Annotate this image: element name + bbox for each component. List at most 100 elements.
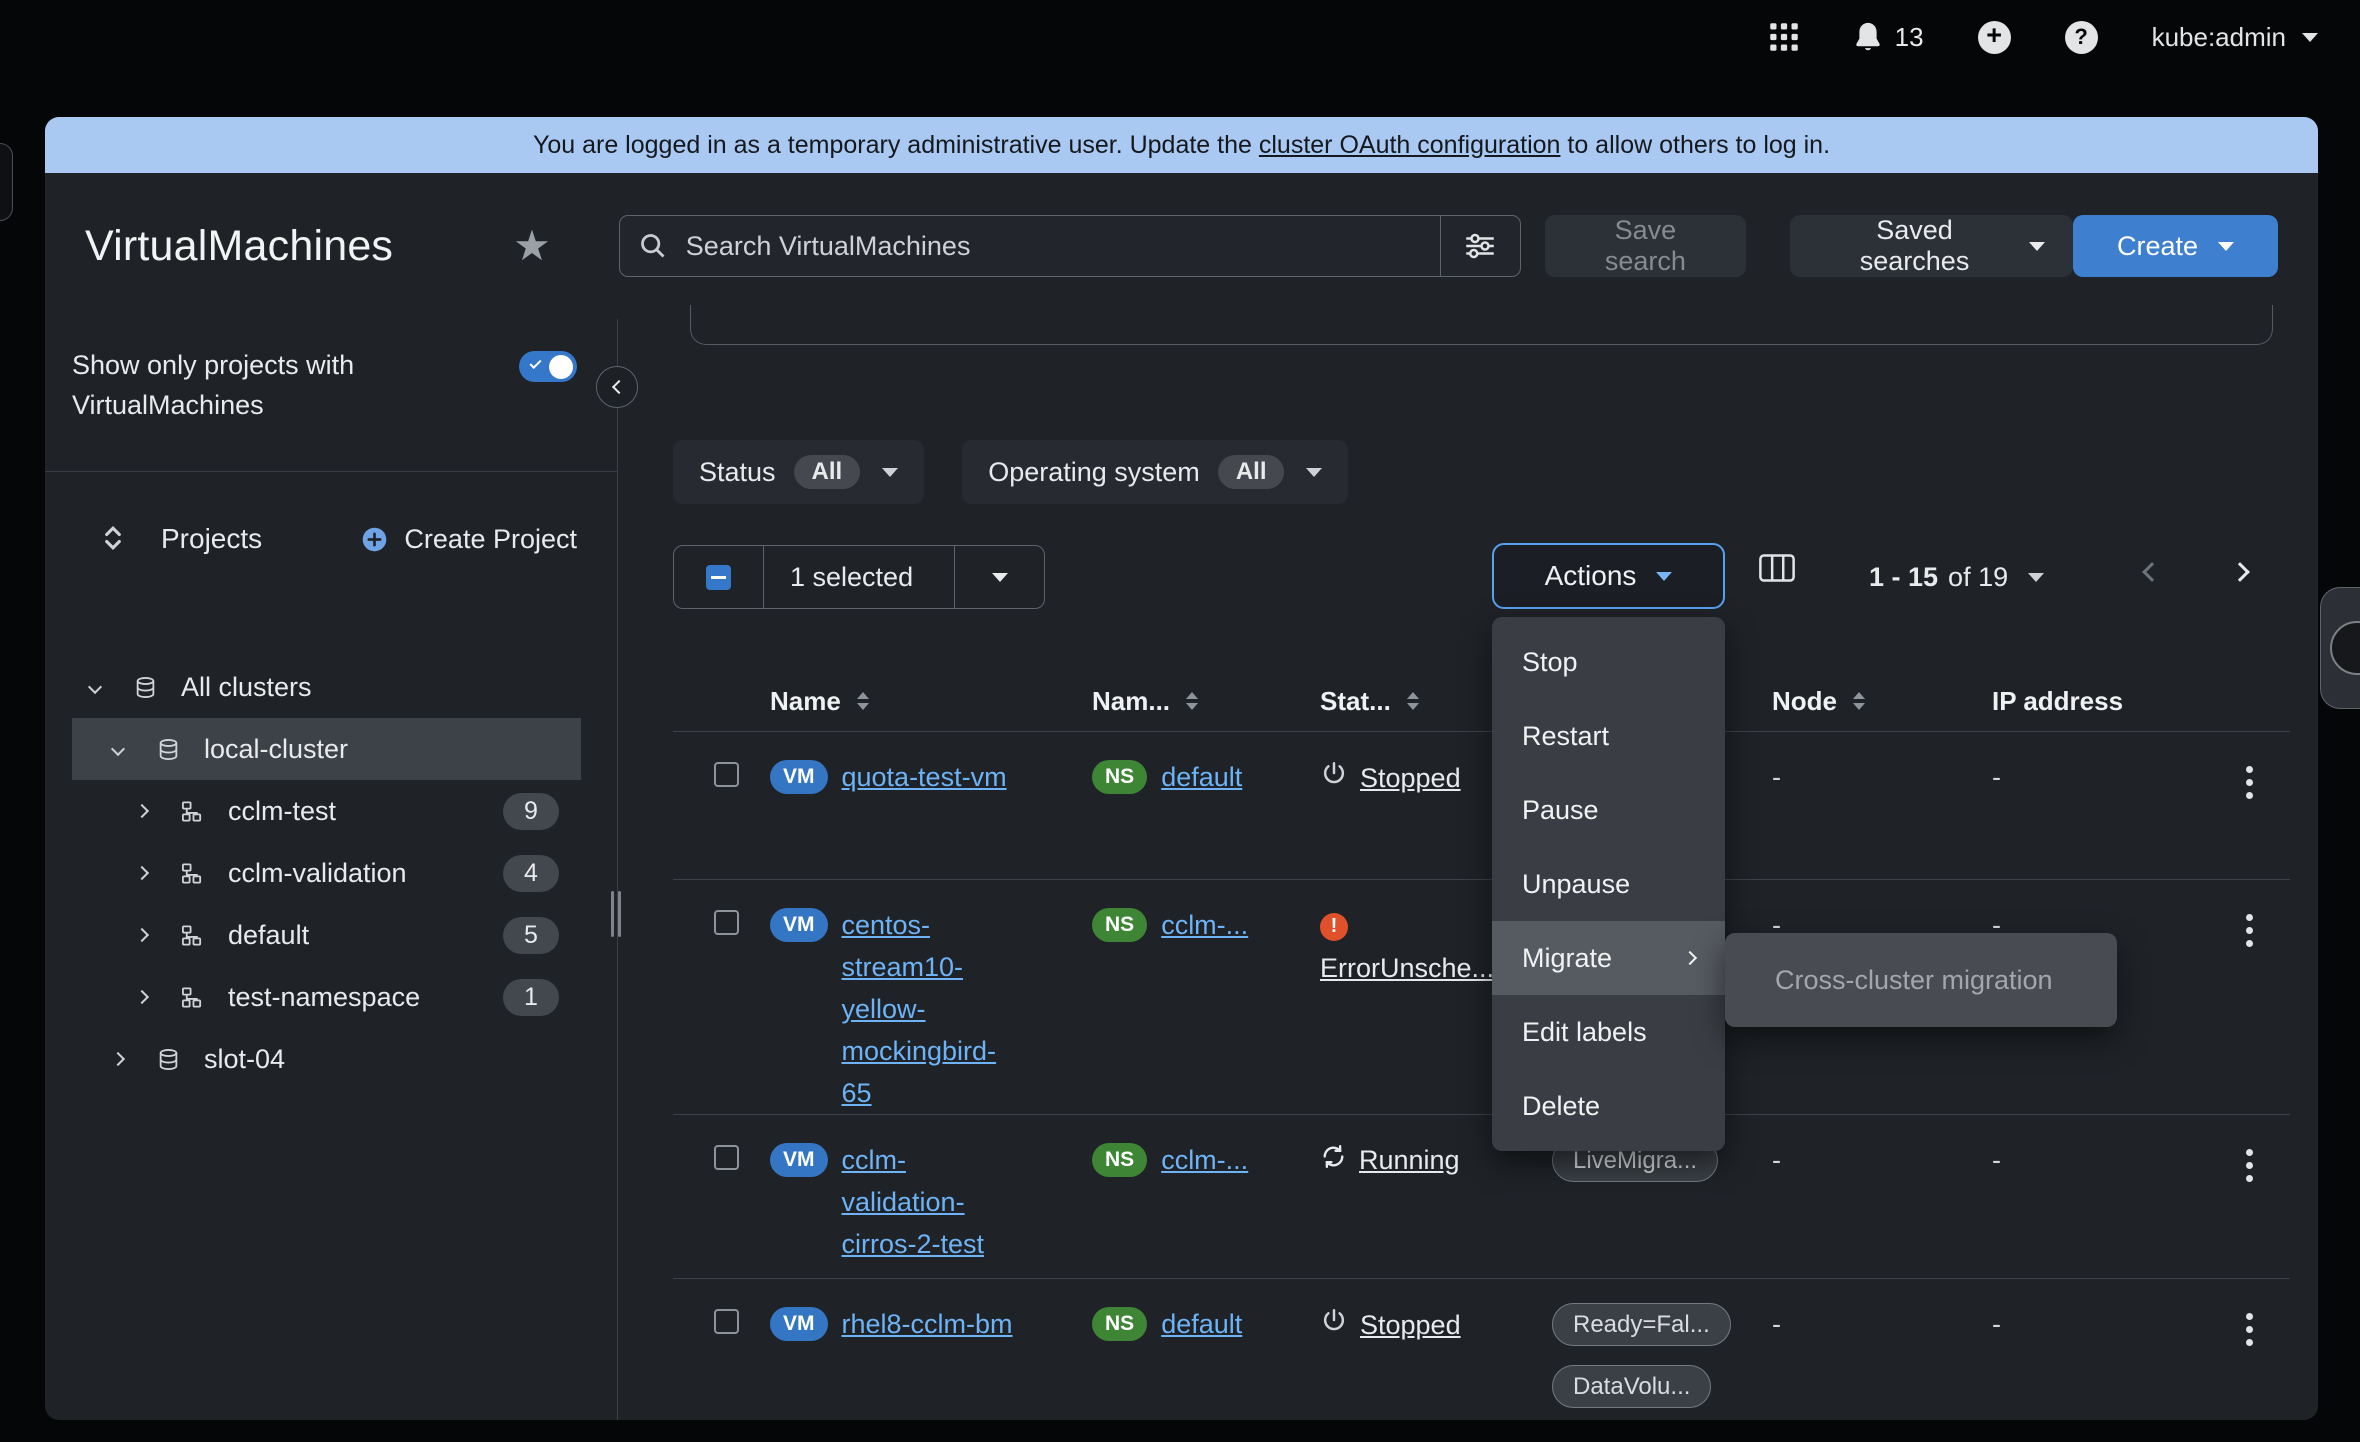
row-actions-kebab[interactable] [2242,762,2257,803]
manage-columns-button[interactable] [1759,553,1795,586]
sidebar-item-default[interactable]: default 5 [72,904,581,966]
menu-item-edit-labels[interactable]: Edit labels [1492,995,1725,1069]
status-link[interactable]: Stopped [1360,1308,1461,1342]
chevron-down-icon[interactable] [105,744,131,754]
chevron-right-icon[interactable] [129,806,155,816]
bulk-select-checkbox[interactable] [674,546,764,608]
search-icon [620,216,686,276]
pane-resize-handle[interactable] [611,891,625,937]
pagination-menu-toggle[interactable] [2028,570,2044,585]
menu-item-unpause[interactable]: Unpause [1492,847,1725,921]
os-filter[interactable]: Operating system All [962,440,1348,504]
search-input[interactable] [686,216,1440,276]
assistant-button[interactable] [2330,621,2360,675]
bulk-select-menu-toggle[interactable] [954,546,1044,608]
side-drawer-handle[interactable] [0,143,13,221]
vm-label: DataVolu... [1552,1365,1711,1408]
migrate-label: Migrate [1522,943,1612,974]
menu-item-migrate[interactable]: Migrate [1492,921,1725,995]
namespace-link[interactable]: cclm-... [1161,1139,1248,1181]
projects-sidebar: Show only projects with VirtualMachines … [45,319,617,1420]
pane-divider [617,319,618,1420]
table-row: VM cclm-validation-cirros-2-test NS cclm… [673,1114,2290,1278]
sidebar-collapse-button[interactable] [596,366,638,408]
chevron-right-icon[interactable] [129,868,155,878]
status-link[interactable]: Running [1359,1143,1460,1177]
sidebar-item-test-namespace[interactable]: test-namespace 1 [72,966,581,1028]
menu-item-delete[interactable]: Delete [1492,1069,1725,1143]
pagination-prev-button[interactable] [2145,565,2159,582]
screen: 13 kube:admin You are logged in as a tem… [0,0,2360,1442]
menu-item-stop[interactable]: Stop [1492,625,1725,699]
sort-icon[interactable] [857,692,869,710]
vm-kind-badge: VM [770,908,828,942]
save-search-button[interactable]: Save search [1545,215,1747,277]
column-header-name: Name [770,686,841,717]
actions-dropdown-menu: Stop Restart Pause Unpause Migrate Edit … [1492,617,1725,1151]
oauth-config-link[interactable]: cluster OAuth configuration [1259,131,1561,160]
row-actions-kebab[interactable] [2242,1145,2257,1186]
menu-item-restart[interactable]: Restart [1492,699,1725,773]
namespace-link[interactable]: default [1161,1303,1242,1345]
quick-create-button[interactable] [1978,21,2011,54]
status-link[interactable]: Stopped [1360,761,1461,795]
exclamation-circle-icon [1320,913,1348,941]
chevron-right-icon[interactable] [129,930,155,940]
create-project-label: Create Project [404,524,577,555]
sidebar-item-cclm-validation[interactable]: cclm-validation 4 [72,842,581,904]
sort-icon[interactable] [1407,692,1419,710]
advanced-search-button[interactable] [1440,216,1520,276]
expand-collapse-all-button[interactable] [101,524,125,555]
sidebar-item-cclm-test[interactable]: cclm-test 9 [72,780,581,842]
create-project-button[interactable]: Create Project [361,524,577,555]
question-circle-icon [2065,21,2098,54]
submenu-cross-cluster-migration[interactable]: Cross-cluster migration [1725,933,2117,1027]
search-group [619,215,1521,277]
pagination-total: of 19 [1948,562,2008,593]
power-off-icon [1320,760,1348,795]
sidebar-item-local-cluster[interactable]: local-cluster [72,718,581,780]
vm-count-badge: 5 [503,917,559,954]
projects-filter-toggle[interactable] [519,351,577,382]
namespace-link[interactable]: default [1161,756,1242,798]
projects-filter-row: Show only projects with VirtualMachines [45,319,617,425]
sidebar-item-all-clusters[interactable]: All clusters [72,656,581,718]
row-checkbox[interactable] [714,762,739,787]
status-filter-value: All [794,455,861,489]
node-value: - [1772,1139,1992,1181]
page-title: VirtualMachines [85,222,393,271]
help-button[interactable] [2065,21,2098,54]
projects-filter-label: Show only projects with VirtualMachines [72,345,382,425]
vm-name-link[interactable]: rhel8-cclm-bm [842,1303,1013,1345]
row-actions-kebab[interactable] [2242,1309,2257,1350]
chevron-down-icon[interactable] [82,682,108,692]
pagination-range: 1 - 15 [1869,562,1938,593]
status-filter[interactable]: Status All [673,440,924,504]
pagination-next-button[interactable] [2233,565,2247,582]
sort-icon[interactable] [1186,692,1198,710]
row-actions-kebab[interactable] [2242,910,2257,951]
chevron-right-icon[interactable] [105,1054,131,1064]
row-checkbox[interactable] [714,1309,739,1334]
submenu-label: Cross-cluster migration [1775,965,2053,996]
sort-icon[interactable] [1853,692,1865,710]
create-button[interactable]: Create [2073,215,2278,277]
vm-name-link[interactable]: quota-test-vm [842,756,1007,798]
row-checkbox[interactable] [714,1145,739,1170]
chevron-right-icon[interactable] [129,992,155,1002]
vm-name-link[interactable]: cclm-validation-cirros-2-test [842,1139,1020,1265]
user-menu[interactable]: kube:admin [2152,22,2318,53]
menu-item-pause[interactable]: Pause [1492,773,1725,847]
favorite-button[interactable] [513,225,551,267]
notifications-button[interactable]: 13 [1853,21,1924,53]
namespace-link[interactable]: cclm-... [1161,904,1248,946]
tree-label: local-cluster [204,734,348,765]
saved-searches-button[interactable]: Saved searches [1790,215,2073,277]
row-checkbox[interactable] [714,910,739,935]
vm-name-link[interactable]: centos-stream10-yellow-mockingbird-65 [842,904,1020,1114]
sidebar-item-slot-04[interactable]: slot-04 [72,1028,581,1090]
status-link[interactable]: ErrorUnsche... [1320,953,1494,983]
app-launcher-button[interactable] [1769,22,1799,52]
actions-menu-button[interactable]: Actions [1492,543,1725,609]
caret-down-icon [1656,572,1672,581]
